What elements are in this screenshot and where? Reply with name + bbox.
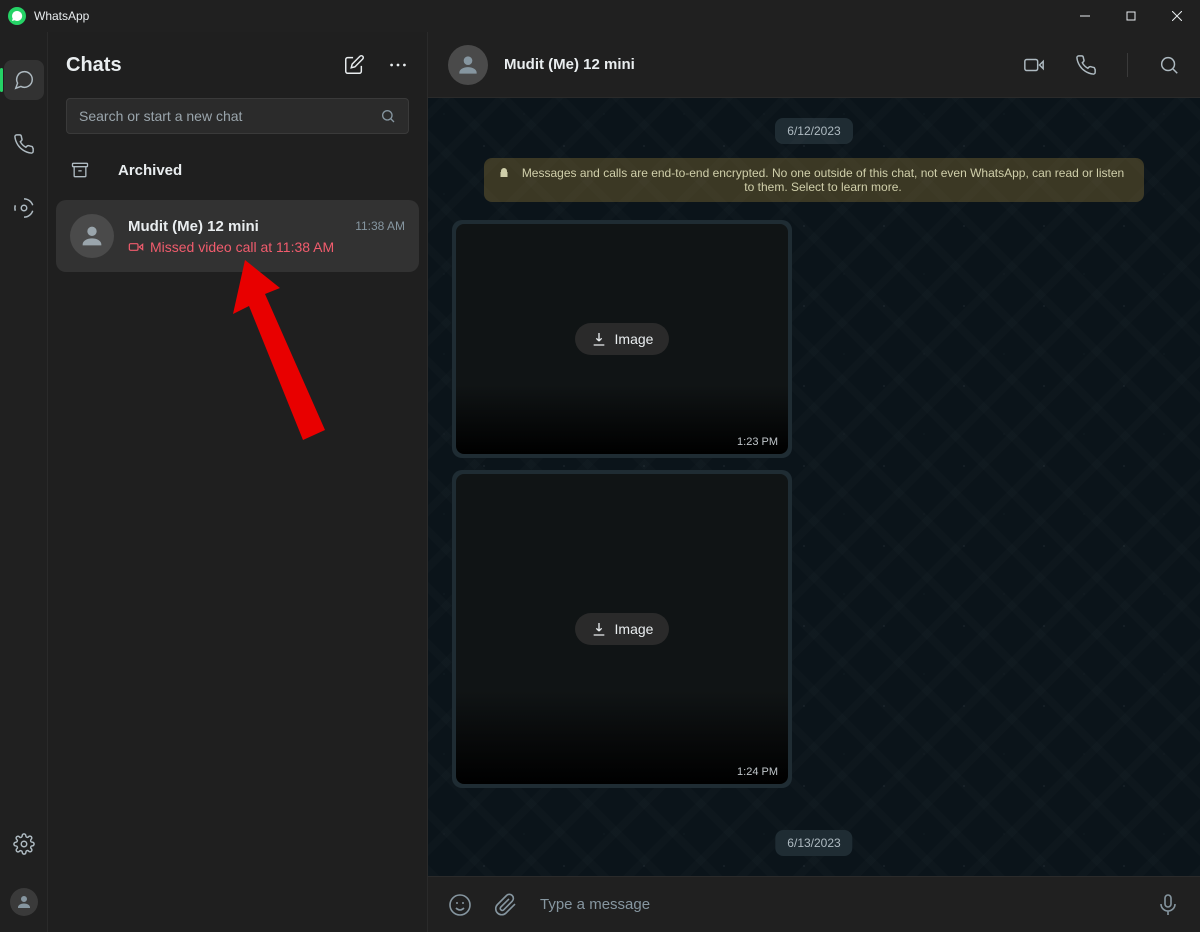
attach-icon[interactable] bbox=[494, 893, 518, 917]
videocall-icon[interactable] bbox=[1023, 54, 1045, 76]
rail-profile-avatar[interactable] bbox=[10, 888, 38, 916]
chat-name: Mudit (Me) 12 mini bbox=[128, 218, 259, 235]
message-time: 1:23 PM bbox=[737, 436, 778, 448]
divider bbox=[1127, 53, 1128, 77]
mic-icon[interactable] bbox=[1156, 893, 1180, 917]
voicecall-icon[interactable] bbox=[1075, 54, 1097, 76]
titlebar-title: WhatsApp bbox=[34, 9, 89, 23]
chat-subtitle: Missed video call at 11:38 AM bbox=[150, 239, 334, 255]
composer bbox=[428, 876, 1200, 932]
conversation-panel: Mudit (Me) 12 mini 6/12/2023 Messages an… bbox=[428, 32, 1200, 932]
whatsapp-logo-icon bbox=[8, 7, 26, 25]
archived-label: Archived bbox=[118, 162, 182, 179]
conversation-body: 6/12/2023 Messages and calls are end-to-… bbox=[428, 98, 1200, 876]
search-input[interactable] bbox=[79, 108, 380, 124]
conversation-avatar bbox=[448, 45, 488, 85]
person-icon bbox=[455, 52, 481, 78]
missed-videocall-icon bbox=[128, 239, 144, 255]
message-input[interactable] bbox=[540, 896, 1134, 913]
download-image-button[interactable]: Image bbox=[575, 323, 670, 355]
message-bubble[interactable]: Image 1:24 PM bbox=[452, 470, 792, 788]
encryption-notice[interactable]: Messages and calls are end-to-end encryp… bbox=[484, 158, 1144, 202]
archive-icon bbox=[70, 160, 90, 180]
download-image-button[interactable]: Image bbox=[575, 613, 670, 645]
date-separator: 6/12/2023 bbox=[775, 118, 852, 144]
chat-avatar bbox=[70, 214, 114, 258]
archived-row[interactable]: Archived bbox=[48, 144, 427, 196]
rail-status-button[interactable] bbox=[4, 188, 44, 228]
sidebar: Chats Archived Mudit (Me) 12 mini bbox=[48, 32, 428, 932]
conversation-header[interactable]: Mudit (Me) 12 mini bbox=[428, 32, 1200, 98]
rail-chats-button[interactable] bbox=[4, 60, 44, 100]
gear-icon bbox=[13, 833, 35, 855]
download-label: Image bbox=[615, 621, 654, 637]
sidebar-title: Chats bbox=[66, 54, 122, 77]
search-icon bbox=[380, 108, 396, 124]
lock-icon bbox=[498, 167, 510, 179]
nav-rail bbox=[0, 32, 48, 932]
conversation-title: Mudit (Me) 12 mini bbox=[504, 56, 1007, 73]
date-separator: 6/13/2023 bbox=[775, 830, 852, 856]
image-placeholder: Image 1:23 PM bbox=[456, 224, 788, 454]
message-bubble[interactable]: Image 1:23 PM bbox=[452, 220, 792, 458]
window-maximize-button[interactable] bbox=[1108, 0, 1154, 32]
window-minimize-button[interactable] bbox=[1062, 0, 1108, 32]
titlebar: WhatsApp bbox=[0, 0, 1200, 32]
person-icon bbox=[78, 222, 106, 250]
download-icon bbox=[591, 621, 607, 637]
phone-icon bbox=[13, 133, 35, 155]
download-label: Image bbox=[615, 331, 654, 347]
search-box[interactable] bbox=[66, 98, 409, 134]
chat-time: 11:38 AM bbox=[355, 219, 405, 233]
status-icon bbox=[13, 197, 35, 219]
search-in-chat-icon[interactable] bbox=[1158, 54, 1180, 76]
rail-settings-button[interactable] bbox=[4, 824, 44, 864]
download-icon bbox=[591, 331, 607, 347]
encryption-notice-text: Messages and calls are end-to-end encryp… bbox=[516, 166, 1130, 194]
person-icon bbox=[15, 893, 33, 911]
chat-row[interactable]: Mudit (Me) 12 mini 11:38 AM Missed video… bbox=[56, 200, 419, 272]
new-chat-icon[interactable] bbox=[343, 54, 365, 76]
message-time: 1:24 PM bbox=[737, 766, 778, 778]
rail-calls-button[interactable] bbox=[4, 124, 44, 164]
more-icon[interactable] bbox=[387, 54, 409, 76]
window-close-button[interactable] bbox=[1154, 0, 1200, 32]
emoji-icon[interactable] bbox=[448, 893, 472, 917]
chat-icon bbox=[13, 69, 35, 91]
image-placeholder: Image 1:24 PM bbox=[456, 474, 788, 784]
